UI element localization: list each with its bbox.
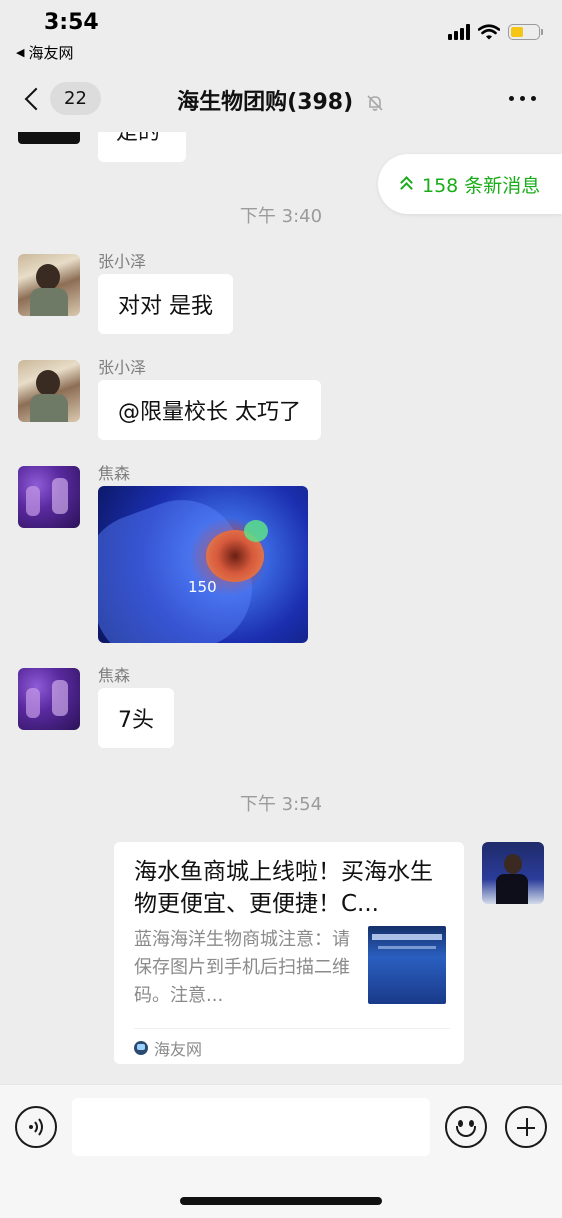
voice-icon	[29, 1118, 43, 1136]
message-bubble[interactable]: 是的	[98, 132, 186, 162]
more-functions-plus-button[interactable]	[505, 1106, 547, 1148]
battery-icon	[508, 24, 543, 40]
chat-header: 22 海生物团购(398)	[0, 66, 562, 132]
message-text-input[interactable]	[72, 1098, 430, 1156]
divider	[134, 1028, 450, 1029]
home-indicator	[180, 1197, 382, 1205]
message-text: 是的	[116, 132, 161, 145]
chat-title-wrap: 海生物团购(398)	[0, 84, 562, 116]
mute-bell-icon	[367, 95, 383, 111]
image-message[interactable]: 150	[98, 486, 308, 643]
avatar[interactable]	[18, 132, 80, 144]
chat-title: 海生物团购(398)	[177, 90, 354, 115]
status-time: 3:54	[44, 10, 99, 35]
back-triangle-icon: ◀	[16, 46, 25, 59]
sender-name: 焦森	[98, 666, 131, 685]
link-card-thumbnail	[368, 926, 446, 1004]
sender-avatar[interactable]	[18, 668, 80, 730]
sender-name: 张小泽	[98, 358, 147, 377]
status-icons	[448, 24, 543, 40]
my-avatar[interactable]	[482, 842, 544, 904]
message-bubble[interactable]: @限量校长 太巧了	[98, 380, 321, 440]
emoji-button[interactable]	[445, 1106, 487, 1148]
chat-message-list[interactable]: 是的 158 条新消息 下午 3:40 张小泽 对对 是我 张小泽 @限量校长 …	[0, 132, 562, 1084]
link-card-description: 蓝海海洋生物商城注意：请保存图片到手机后扫描二维码。注意...	[134, 929, 350, 1006]
link-card-source: 海友网	[134, 1036, 202, 1060]
sender-avatar[interactable]	[18, 466, 80, 528]
back-app-label: 海友网	[28, 44, 74, 62]
sender-avatar[interactable]	[18, 254, 80, 316]
new-messages-label: 158 条新消息	[422, 174, 541, 197]
more-options-button[interactable]	[509, 96, 536, 101]
status-bar: 3:54 ◀ 海友网	[0, 0, 562, 66]
link-card-source-label: 海友网	[154, 1040, 203, 1059]
link-card-message[interactable]: 海水鱼商城上线啦！买海水生物更便宜、更便捷！C... 蓝海海洋生物商城注意：请保…	[114, 842, 464, 1064]
back-to-app-link[interactable]: ◀ 海友网	[16, 42, 73, 63]
source-logo-icon	[134, 1041, 148, 1055]
message-bubble[interactable]: 7头	[98, 688, 174, 748]
image-caption: 150	[188, 578, 217, 596]
double-up-arrow-icon	[400, 176, 414, 195]
message-input-bar	[0, 1084, 562, 1218]
message-timestamp: 下午 3:40	[239, 206, 323, 227]
link-card-title: 海水鱼商城上线啦！买海水生物更便宜、更便捷！C...	[134, 859, 433, 917]
sender-avatar[interactable]	[18, 360, 80, 422]
wifi-icon	[478, 24, 500, 40]
message-timestamp: 下午 3:54	[239, 794, 323, 815]
sender-name: 焦森	[98, 464, 131, 483]
message-bubble[interactable]: 对对 是我	[98, 274, 233, 334]
cellular-signal-icon	[448, 24, 470, 40]
voice-input-button[interactable]	[15, 1106, 57, 1148]
sender-name: 张小泽	[98, 252, 147, 271]
